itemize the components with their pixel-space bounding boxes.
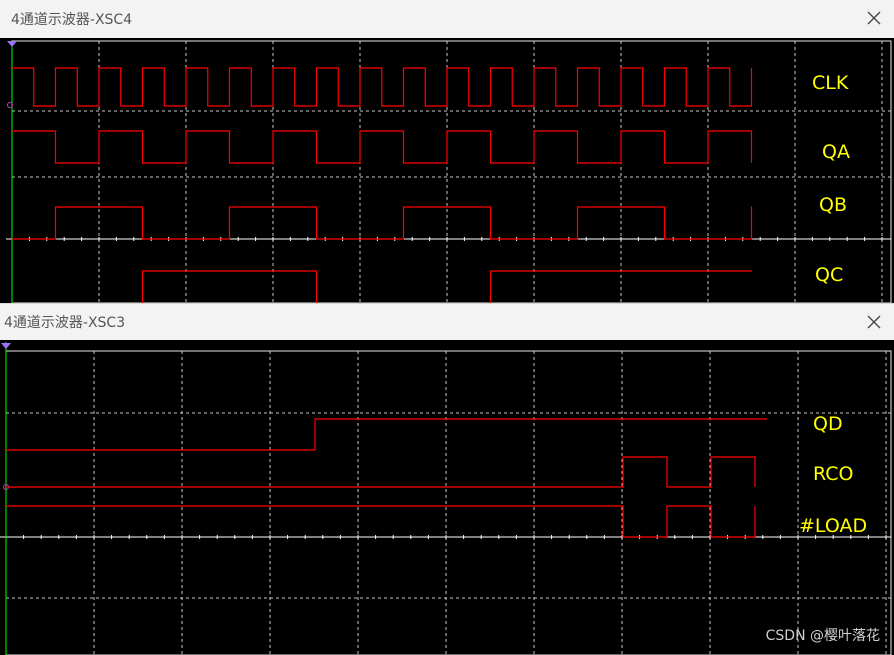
channel-label-clk: CLK (812, 72, 849, 94)
channel-label-rco: RCO (813, 463, 853, 485)
close-icon (867, 11, 881, 25)
oscilloscope-screen: QD RCO #LOAD (0, 340, 894, 655)
close-button[interactable] (860, 308, 888, 336)
oscilloscope-window-xsc3: 4通道示波器-XSC3 QD RCO #LOAD (0, 303, 894, 655)
oscilloscope-window-xsc4: 4通道示波器-XSC4 CLK QA QB QC (0, 0, 894, 303)
channel-label-load: #LOAD (799, 515, 867, 537)
window-title: 4通道示波器-XSC4 (11, 12, 133, 28)
channel-label-qb: QB (819, 194, 847, 216)
title-bar[interactable]: 4通道示波器-XSC4 (0, 0, 894, 36)
channel-label-qc: QC (815, 264, 843, 286)
close-button[interactable] (860, 4, 888, 32)
channel-label-qa: QA (822, 141, 850, 163)
channel-label-qd: QD (813, 413, 843, 435)
window-title: 4通道示波器-XSC3 (4, 315, 126, 331)
oscilloscope-screen: CLK QA QB QC (0, 38, 894, 303)
title-bar[interactable]: 4通道示波器-XSC3 (0, 303, 894, 339)
screen-background (0, 340, 894, 655)
watermark: CSDN @樱叶落花 (765, 628, 880, 644)
close-icon (867, 315, 881, 329)
